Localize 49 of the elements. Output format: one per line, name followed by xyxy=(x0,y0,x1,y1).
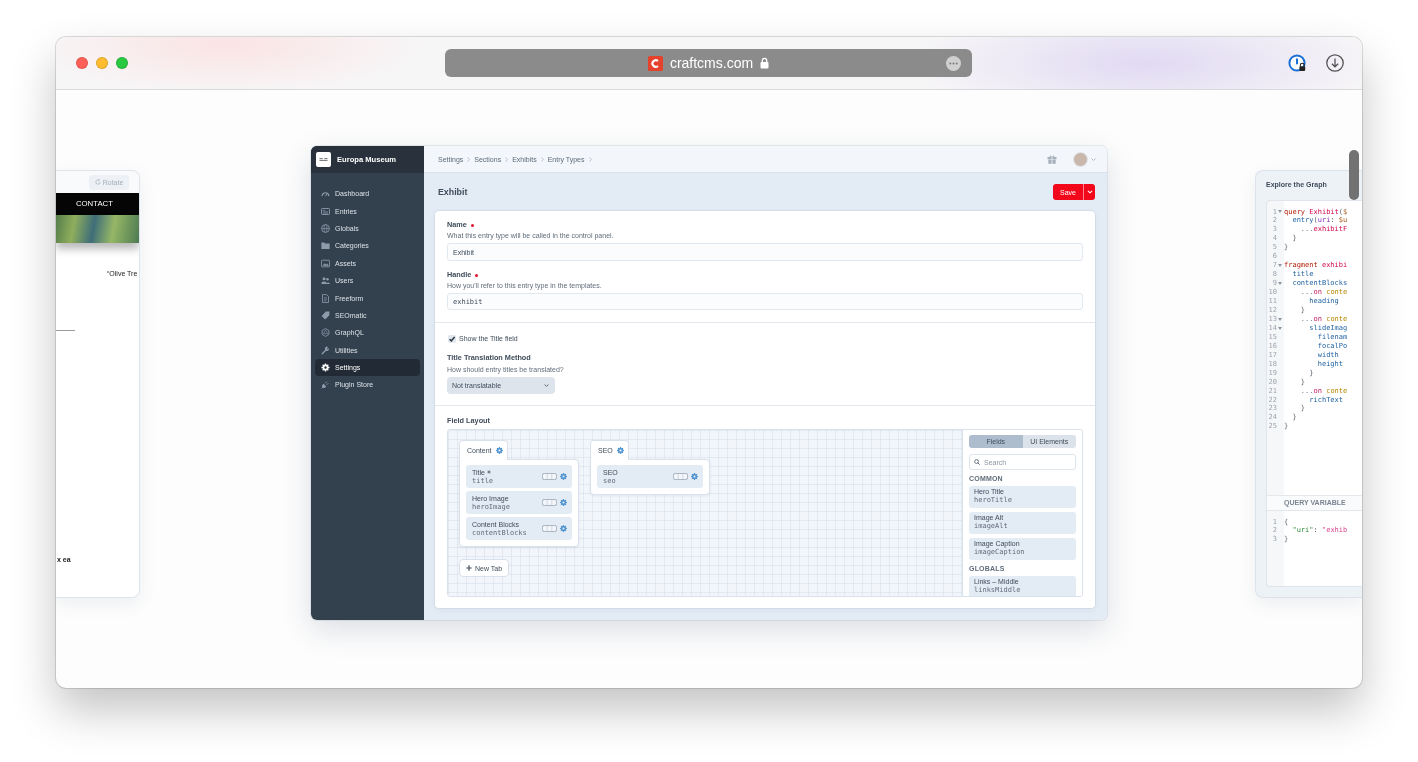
chevron-icon xyxy=(588,156,592,162)
search-icon xyxy=(974,459,980,465)
page-title: Exhibit xyxy=(438,186,468,198)
slots-icon[interactable] xyxy=(673,473,688,480)
chevron-icon xyxy=(505,156,509,162)
settings-icon[interactable] xyxy=(560,499,567,506)
settings-icon xyxy=(321,363,330,373)
chevron-icon xyxy=(540,156,544,162)
plus-icon xyxy=(465,565,472,571)
folder-icon xyxy=(321,241,330,251)
image-icon xyxy=(321,258,330,268)
settings-icon[interactable] xyxy=(495,446,503,454)
padlock-ring-icon[interactable] xyxy=(1288,53,1307,73)
checkmark-icon xyxy=(448,335,456,343)
lock-icon xyxy=(760,57,770,69)
chevron-icon xyxy=(467,156,471,162)
url-text: craftcms.com xyxy=(669,55,754,71)
more-icon[interactable] xyxy=(946,55,961,71)
checkbox[interactable] xyxy=(448,335,456,343)
slots-icon[interactable] xyxy=(542,499,557,506)
caret-icon xyxy=(1086,190,1093,194)
gauge-icon xyxy=(321,189,330,199)
tag-icon xyxy=(321,310,330,320)
settings-icon[interactable] xyxy=(691,473,698,480)
logo-icon xyxy=(316,152,331,167)
document-icon xyxy=(321,293,330,303)
settings-icon[interactable] xyxy=(560,473,567,480)
globe-icon xyxy=(321,223,330,233)
hexagon-icon xyxy=(321,328,330,338)
settings-icon[interactable] xyxy=(560,525,567,532)
avatar[interactable] xyxy=(1073,151,1088,167)
scrollbar-thumb[interactable] xyxy=(1349,150,1359,200)
slots-icon[interactable] xyxy=(542,525,557,532)
wrench-icon xyxy=(321,345,330,355)
chevron-icon xyxy=(544,384,549,387)
gift-icon[interactable] xyxy=(1047,154,1057,164)
rotate-icon xyxy=(94,179,101,185)
settings-icon[interactable] xyxy=(616,446,624,454)
plug-icon xyxy=(321,380,330,390)
users-icon xyxy=(321,276,330,286)
close-button[interactable] xyxy=(76,57,88,69)
site-icon xyxy=(647,55,663,71)
chevron-icon[interactable] xyxy=(1091,157,1096,161)
zoom-button[interactable] xyxy=(116,57,128,69)
newspaper-icon xyxy=(321,206,330,216)
download-icon[interactable] xyxy=(1326,54,1344,72)
minimize-button[interactable] xyxy=(96,57,108,69)
menu-button[interactable] xyxy=(1083,184,1095,200)
slots-icon[interactable] xyxy=(542,473,557,480)
